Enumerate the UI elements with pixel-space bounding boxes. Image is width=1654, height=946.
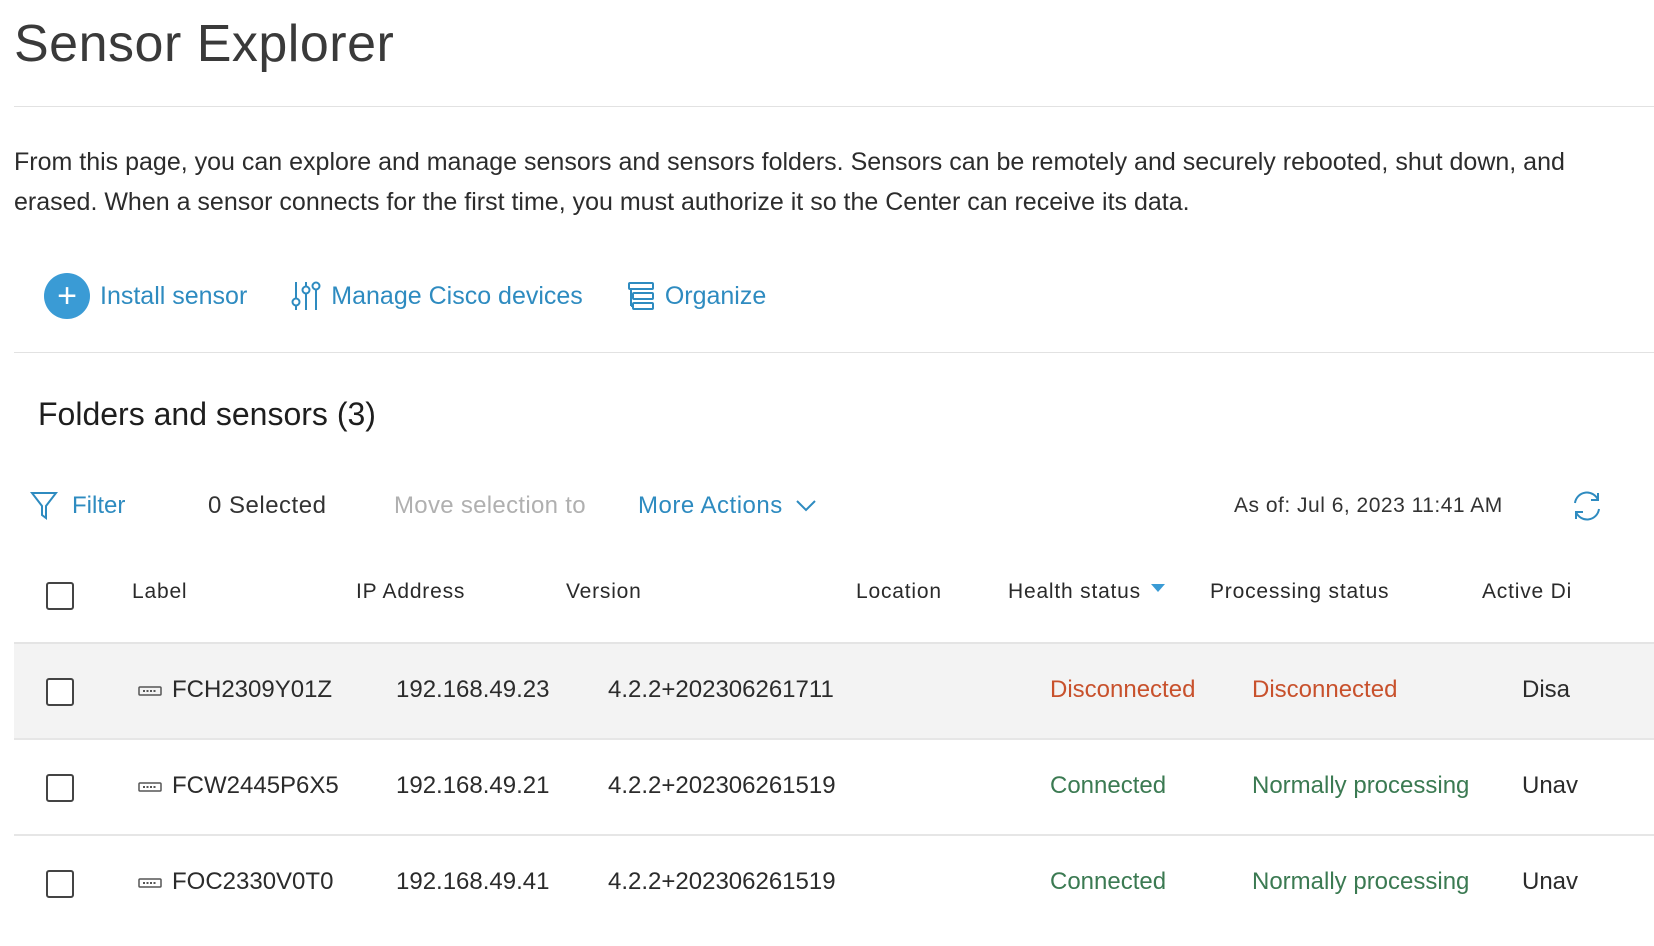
column-header-health[interactable]: Health status bbox=[1008, 580, 1165, 604]
select-all-checkbox[interactable] bbox=[46, 582, 74, 610]
table-row[interactable]: FCW2445P6X5 192.168.49.21 4.2.2+20230626… bbox=[14, 740, 1654, 836]
page-title: Sensor Explorer bbox=[14, 15, 395, 73]
table-header: Label IP Address Version Location Health… bbox=[14, 554, 1654, 644]
more-actions-button[interactable]: More Actions bbox=[638, 484, 817, 528]
column-header-active-discovery[interactable]: Active Di bbox=[1482, 580, 1572, 604]
row-label[interactable]: FCH2309Y01Z bbox=[172, 676, 332, 704]
refresh-icon bbox=[1574, 491, 1600, 521]
row-health-status: Disconnected bbox=[1050, 676, 1196, 703]
row-active-discovery: Unav bbox=[1522, 772, 1579, 799]
column-header-label[interactable]: Label bbox=[132, 580, 187, 604]
refresh-button[interactable] bbox=[1570, 484, 1604, 528]
page-description: From this page, you can explore and mana… bbox=[14, 148, 1565, 216]
as-of-timestamp: As of: Jul 6, 2023 11:41 AM bbox=[1234, 494, 1503, 517]
table-row[interactable]: FOC2330V0T0 192.168.49.41 4.2.2+20230626… bbox=[14, 836, 1654, 932]
action-bar: + Install sensor Manage Cisco devices Or… bbox=[44, 272, 810, 320]
row-checkbox[interactable] bbox=[46, 774, 74, 802]
row-processing-status: Normally processing bbox=[1252, 772, 1470, 799]
actions-divider bbox=[14, 352, 1654, 353]
row-processing-status: Disconnected bbox=[1252, 676, 1398, 703]
table-toolbar: Filter 0 Selected Move selection to More… bbox=[30, 484, 1654, 528]
sliders-icon bbox=[291, 280, 321, 312]
install-sensor-button[interactable]: + Install sensor bbox=[44, 273, 247, 319]
install-sensor-label: Install sensor bbox=[100, 281, 248, 310]
row-version: 4.2.2+202306261519 bbox=[608, 772, 836, 799]
more-actions-label: More Actions bbox=[638, 492, 783, 519]
organize-label: Organize bbox=[664, 281, 767, 310]
row-label[interactable]: FOC2330V0T0 bbox=[172, 868, 333, 896]
list-icon bbox=[627, 280, 655, 312]
row-checkbox[interactable] bbox=[46, 870, 74, 898]
column-header-location[interactable]: Location bbox=[856, 580, 942, 604]
manage-cisco-devices-button[interactable]: Manage Cisco devices bbox=[291, 280, 583, 312]
sensor-device-icon bbox=[138, 686, 162, 696]
chevron-down-icon bbox=[796, 500, 816, 512]
row-version: 4.2.2+202306261519 bbox=[608, 868, 836, 895]
column-header-version[interactable]: Version bbox=[566, 580, 642, 604]
column-header-processing[interactable]: Processing status bbox=[1210, 580, 1389, 604]
row-label[interactable]: FCW2445P6X5 bbox=[172, 772, 339, 800]
row-health-status: Connected bbox=[1050, 868, 1167, 895]
title-divider bbox=[14, 106, 1654, 107]
row-active-discovery: Unav bbox=[1522, 868, 1579, 895]
section-title: Folders and sensors (3) bbox=[38, 396, 376, 432]
row-health-status: Connected bbox=[1050, 772, 1167, 799]
filter-button[interactable]: Filter bbox=[30, 484, 125, 528]
row-processing-status: Normally processing bbox=[1252, 868, 1470, 895]
sort-desc-icon bbox=[1150, 584, 1165, 593]
selected-count: 0 Selected bbox=[208, 492, 327, 519]
manage-cisco-devices-label: Manage Cisco devices bbox=[331, 281, 583, 310]
column-header-ip[interactable]: IP Address bbox=[356, 580, 465, 604]
plus-circle-icon: + bbox=[44, 273, 90, 319]
row-ip: 192.168.49.21 bbox=[396, 772, 550, 799]
row-ip: 192.168.49.23 bbox=[396, 676, 550, 703]
sensors-table: Label IP Address Version Location Health… bbox=[14, 554, 1654, 932]
row-ip: 192.168.49.41 bbox=[396, 868, 550, 895]
sensor-device-icon bbox=[138, 878, 162, 888]
row-version: 4.2.2+202306261711 bbox=[608, 676, 834, 703]
sensor-device-icon bbox=[138, 782, 162, 792]
funnel-icon bbox=[30, 492, 58, 520]
row-checkbox[interactable] bbox=[46, 678, 74, 706]
filter-label: Filter bbox=[72, 492, 126, 519]
organize-button[interactable]: Organize bbox=[627, 280, 766, 312]
table-row[interactable]: FCH2309Y01Z 192.168.49.23 4.2.2+20230626… bbox=[14, 644, 1654, 740]
column-header-health-label: Health status bbox=[1008, 580, 1141, 603]
move-selection-button[interactable]: Move selection to bbox=[394, 484, 586, 528]
row-active-discovery: Disa bbox=[1522, 676, 1571, 703]
